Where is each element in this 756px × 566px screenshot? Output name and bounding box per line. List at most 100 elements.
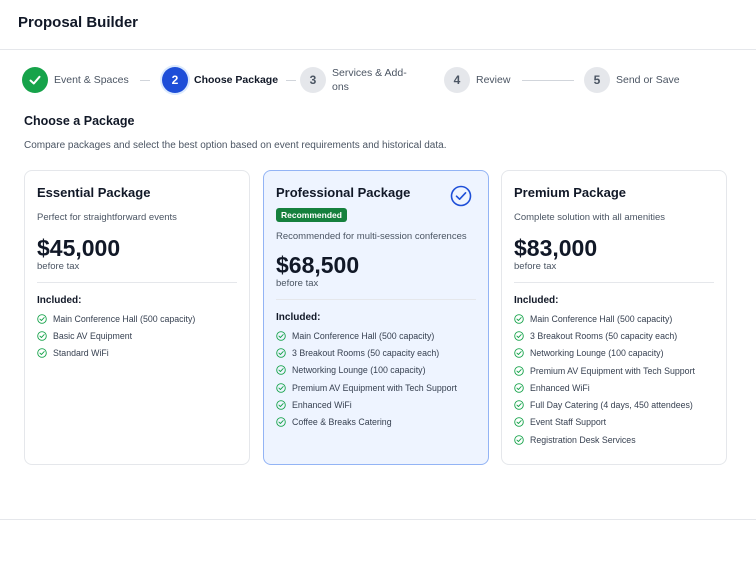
- step-1-label: Event & Spaces: [54, 74, 129, 86]
- check-circle-icon: [276, 330, 286, 341]
- divider: [37, 282, 237, 283]
- tax-note: before tax: [514, 261, 557, 272]
- feature-list: Main Conference Hall (500 capacity) Basic…: [37, 310, 237, 362]
- check-circle-icon: [514, 365, 524, 376]
- check-circle-icon: [514, 417, 524, 428]
- feature-item: 3 Breakout Rooms (50 capacity each): [514, 327, 714, 344]
- feature-text: Main Conference Hall (500 capacity): [53, 313, 196, 324]
- feature-text: Enhanced WiFi: [530, 382, 590, 393]
- check-circle-icon: [514, 331, 524, 341]
- feature-item: Premium AV Equipment with Tech Support: [276, 379, 476, 396]
- check-circle-icon: [514, 400, 524, 410]
- feature-text: Premium AV Equipment with Tech Support: [530, 365, 695, 376]
- feature-item: Enhanced WiFi: [514, 379, 714, 396]
- step-review[interactable]: 4 Review: [444, 66, 510, 94]
- feature-item: Networking Lounge (100 capacity): [276, 362, 476, 379]
- feature-item: Premium AV Equipment with Tech Support: [514, 362, 714, 379]
- package-price: $45,000: [37, 235, 121, 261]
- step-connector: [140, 80, 150, 81]
- feature-item: Main Conference Hall (500 capacity): [37, 310, 237, 327]
- feature-item: Enhanced WiFi: [276, 396, 476, 413]
- check-circle-icon: [276, 417, 286, 427]
- footer-divider: [0, 519, 756, 520]
- feature-list: Main Conference Hall (500 capacity) 3 Bre…: [276, 327, 476, 431]
- check-circle-icon: [276, 365, 286, 375]
- step-connector: [522, 80, 574, 81]
- feature-text: Standard WiFi: [53, 348, 109, 359]
- package-description: Recommended for multi-session conference…: [276, 231, 467, 242]
- included-label: Included:: [37, 295, 82, 306]
- package-description: Perfect for straightforward events: [37, 212, 177, 223]
- step-2-label: Choose Package: [194, 74, 279, 86]
- feature-item: Registration Desk Services: [514, 431, 714, 448]
- step-send-save[interactable]: 5 Send or Save: [584, 66, 680, 94]
- divider: [514, 282, 714, 283]
- feature-text: Enhanced WiFi: [292, 399, 352, 410]
- check-circle-icon: [514, 383, 524, 393]
- feature-text: Networking Lounge (100 capacity): [530, 348, 664, 359]
- feature-item: Basic AV Equipment: [37, 327, 237, 344]
- step-4-label: Review: [476, 74, 511, 86]
- step-3-circle: 3: [300, 67, 326, 93]
- step-4-circle: 4: [444, 67, 470, 93]
- feature-list: Main Conference Hall (500 capacity) 3 Bre…: [514, 310, 714, 448]
- check-circle-icon: [514, 434, 524, 445]
- step-3-label: Services & Add-ons: [332, 67, 407, 93]
- package-name: Premium Package: [514, 185, 627, 200]
- check-circle-icon: [37, 313, 47, 324]
- recommended-badge: Recommended: [276, 208, 347, 222]
- step-5-label: Send or Save: [616, 74, 680, 86]
- check-circle-icon: [276, 382, 286, 393]
- included-label: Included:: [514, 295, 559, 306]
- step-event-spaces[interactable]: Event & Spaces: [22, 66, 129, 94]
- check-icon: [29, 75, 41, 85]
- feature-text: Main Conference Hall (500 capacity): [292, 330, 435, 341]
- check-circle-icon: [514, 348, 524, 358]
- feature-item: Main Conference Hall (500 capacity): [514, 310, 714, 327]
- check-circle-icon: [37, 348, 47, 358]
- stepper: Event & Spaces 2 Choose Package 3 Servic…: [22, 66, 722, 96]
- feature-text: Full Day Catering (4 days, 450 attendees…: [530, 400, 693, 411]
- package-description: Complete solution with all amenities: [514, 212, 666, 223]
- check-circle-icon: [514, 313, 524, 324]
- package-name: Essential Package: [37, 185, 151, 200]
- package-price: $83,000: [514, 235, 598, 261]
- feature-text: Registration Desk Services: [530, 434, 636, 445]
- check-circle-icon: [276, 348, 286, 358]
- package-name: Professional Package: [276, 185, 411, 200]
- package-card-professional[interactable]: Professional Package Recommended Recomme…: [263, 170, 489, 465]
- step-2-circle: 2: [162, 67, 188, 93]
- step-services-addons[interactable]: 3 Services & Add-ons: [300, 66, 418, 94]
- check-circle-icon: [37, 331, 47, 341]
- app-header: Proposal Builder: [0, 0, 756, 50]
- feature-item: Standard WiFi: [37, 345, 237, 362]
- included-label: Included:: [276, 312, 321, 323]
- tax-note: before tax: [37, 261, 80, 272]
- feature-text: Event Staff Support: [530, 417, 607, 428]
- feature-item: Main Conference Hall (500 capacity): [276, 327, 476, 344]
- feature-item: Full Day Catering (4 days, 450 attendees…: [514, 396, 714, 413]
- divider: [276, 299, 476, 300]
- package-card-premium[interactable]: Premium Package Complete solution with a…: [501, 170, 727, 465]
- package-card-essential[interactable]: Essential Package Perfect for straightfo…: [24, 170, 250, 465]
- section-subtitle: Compare packages and select the best opt…: [24, 140, 447, 151]
- feature-item: Event Staff Support: [514, 414, 714, 431]
- package-price: $68,500: [276, 252, 360, 278]
- step-1-circle: [22, 67, 48, 93]
- feature-text: Premium AV Equipment with Tech Support: [292, 382, 457, 393]
- step-choose-package[interactable]: 2 Choose Package: [162, 66, 278, 94]
- section-title: Choose a Package: [24, 114, 135, 128]
- step-5-circle: 5: [584, 67, 610, 93]
- feature-text: Coffee & Breaks Catering: [292, 417, 392, 428]
- step-connector: [286, 80, 296, 81]
- page-title: Proposal Builder: [18, 14, 139, 31]
- feature-text: Networking Lounge (100 capacity): [292, 365, 426, 376]
- feature-item: 3 Breakout Rooms (50 capacity each): [276, 344, 476, 361]
- feature-item: Networking Lounge (100 capacity): [514, 345, 714, 362]
- feature-text: Main Conference Hall (500 capacity): [530, 313, 673, 324]
- feature-text: 3 Breakout Rooms (50 capacity each): [530, 330, 678, 341]
- feature-item: Coffee & Breaks Catering: [276, 413, 476, 430]
- feature-text: Basic AV Equipment: [53, 330, 133, 341]
- check-circle-icon: [276, 400, 286, 410]
- feature-text: 3 Breakout Rooms (50 capacity each): [292, 347, 440, 358]
